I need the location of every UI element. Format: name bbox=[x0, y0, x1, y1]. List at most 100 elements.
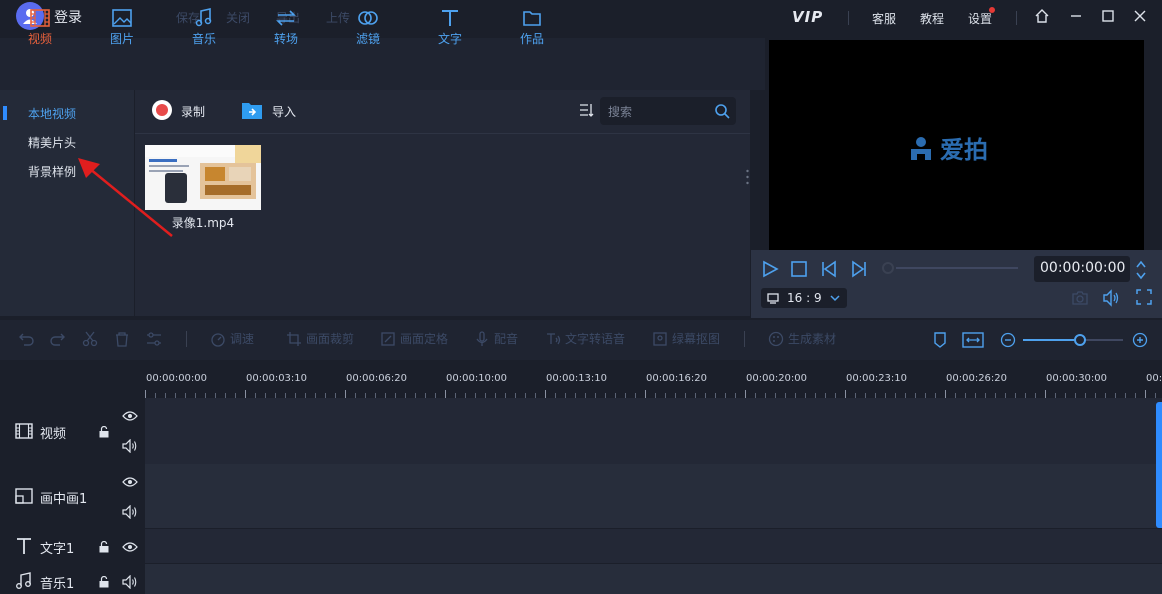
track-music[interactable] bbox=[145, 564, 1162, 594]
stop-icon[interactable] bbox=[790, 260, 808, 278]
search-icon[interactable] bbox=[714, 103, 730, 119]
track-video[interactable] bbox=[145, 398, 1162, 464]
tick-label: 00:00:23:10 bbox=[846, 373, 908, 384]
search-input[interactable] bbox=[608, 104, 708, 120]
tick-label: 00:00:00:00 bbox=[146, 373, 208, 384]
transition-icon bbox=[276, 10, 296, 26]
palette-icon bbox=[768, 331, 784, 346]
maximize-icon[interactable] bbox=[1098, 6, 1118, 26]
cut-icon[interactable] bbox=[82, 331, 98, 347]
undo-icon[interactable] bbox=[18, 331, 34, 347]
tab-transition[interactable]: 转场 bbox=[256, 8, 316, 52]
marker-icon[interactable] bbox=[932, 331, 948, 349]
filter-icon bbox=[358, 11, 378, 25]
generate-asset-button[interactable]: 生成素材 bbox=[768, 330, 836, 347]
timeline-scrollbar[interactable] bbox=[1156, 402, 1162, 528]
speed-label: 调速 bbox=[230, 332, 255, 346]
import-icon[interactable] bbox=[241, 100, 263, 120]
eye-icon[interactable] bbox=[122, 541, 138, 553]
time-display[interactable]: 00:00:00:00 bbox=[1034, 256, 1130, 282]
redo-icon[interactable] bbox=[50, 331, 66, 347]
dubbing-button[interactable]: 配音 bbox=[474, 330, 518, 347]
delete-icon[interactable] bbox=[114, 331, 130, 347]
tutorial-button[interactable]: 教程 bbox=[920, 10, 944, 27]
fit-timeline-icon[interactable] bbox=[962, 331, 984, 349]
crop-label: 画面裁剪 bbox=[306, 332, 355, 346]
track-label: 文字1 bbox=[40, 542, 75, 557]
tab-filter[interactable]: 滤镜 bbox=[338, 8, 398, 52]
freeze-frame-icon bbox=[381, 331, 395, 346]
zoom-in-icon[interactable] bbox=[1132, 332, 1148, 348]
ruler-ticks bbox=[145, 390, 1162, 398]
tab-image[interactable]: 图片 bbox=[92, 8, 152, 52]
record-icon[interactable] bbox=[152, 100, 172, 120]
brand-logo: 爱拍 bbox=[908, 130, 988, 165]
category-intro[interactable]: 精美片头 bbox=[28, 134, 76, 151]
green-screen-button[interactable]: 绿幕抠图 bbox=[652, 330, 720, 347]
time-stepper-icon[interactable] bbox=[1135, 258, 1147, 282]
lock-icon[interactable] bbox=[98, 426, 110, 438]
microphone-icon bbox=[476, 330, 488, 346]
tab-text[interactable]: 文字 bbox=[420, 8, 480, 52]
record-button[interactable]: 录制 bbox=[181, 103, 205, 120]
home-icon[interactable] bbox=[1032, 6, 1052, 26]
close-icon[interactable] bbox=[1130, 6, 1150, 26]
notification-dot bbox=[989, 7, 995, 13]
green-screen-icon bbox=[653, 331, 667, 346]
brand-text: 爱拍 bbox=[940, 136, 988, 164]
film-icon bbox=[30, 9, 50, 27]
volume-icon[interactable] bbox=[1102, 289, 1120, 307]
seek-knob[interactable] bbox=[882, 262, 894, 274]
aspect-ratio-select[interactable]: 16 : 9 bbox=[761, 288, 847, 308]
folder-icon bbox=[523, 11, 541, 26]
lock-icon[interactable] bbox=[98, 541, 110, 553]
divider bbox=[186, 331, 187, 347]
tab-video[interactable]: 视频 bbox=[10, 8, 70, 52]
green-screen-label: 绿幕抠图 bbox=[672, 332, 721, 346]
category-local-video[interactable]: 本地视频 bbox=[28, 105, 76, 122]
brand-icon bbox=[911, 136, 931, 160]
speaker-icon[interactable] bbox=[122, 575, 138, 589]
text-icon bbox=[17, 538, 31, 554]
freeze-frame-button[interactable]: 画面定格 bbox=[380, 330, 448, 347]
tick-label: 00:00:10:00 bbox=[446, 373, 508, 384]
chevron-down-icon bbox=[830, 295, 840, 302]
text-to-speech-button[interactable]: 文字转语音 bbox=[545, 330, 625, 347]
category-background[interactable]: 背景样例 bbox=[28, 163, 76, 180]
crop-button[interactable]: 画面裁剪 bbox=[286, 330, 354, 347]
zoom-out-icon[interactable] bbox=[1000, 332, 1016, 348]
lock-icon[interactable] bbox=[98, 576, 110, 588]
sort-icon[interactable] bbox=[578, 102, 594, 118]
tick-label: 00:00:16:20 bbox=[646, 373, 708, 384]
speed-button[interactable]: 调速 bbox=[210, 330, 254, 347]
tick-label: 00:00:30:00 bbox=[1046, 373, 1108, 384]
tab-label: 文字 bbox=[437, 32, 462, 46]
track-text[interactable] bbox=[145, 529, 1162, 563]
service-button[interactable]: 客服 bbox=[872, 10, 896, 27]
dubbing-label: 配音 bbox=[494, 332, 519, 346]
zoom-slider-knob[interactable] bbox=[1074, 334, 1086, 346]
eye-icon[interactable] bbox=[122, 476, 138, 488]
adjust-icon[interactable] bbox=[146, 331, 162, 347]
snapshot-icon[interactable] bbox=[1071, 290, 1089, 306]
resize-handle[interactable] bbox=[746, 168, 749, 186]
tab-music[interactable]: 音乐 bbox=[174, 8, 234, 52]
image-icon bbox=[112, 9, 132, 27]
eye-icon[interactable] bbox=[122, 410, 138, 422]
active-indicator bbox=[3, 106, 7, 120]
prev-frame-icon[interactable] bbox=[820, 260, 838, 278]
import-button[interactable]: 导入 bbox=[272, 103, 296, 120]
settings-button[interactable]: 设置 bbox=[968, 10, 992, 27]
minimize-icon[interactable] bbox=[1066, 6, 1086, 26]
tab-works[interactable]: 作品 bbox=[502, 8, 562, 52]
speed-icon bbox=[211, 332, 225, 347]
tick-label: 00:00:03:10 bbox=[246, 373, 308, 384]
seek-bar[interactable] bbox=[896, 267, 1018, 269]
vip-button[interactable]: VIP bbox=[792, 8, 823, 26]
play-icon[interactable] bbox=[761, 260, 779, 278]
next-frame-icon[interactable] bbox=[850, 260, 868, 278]
speaker-icon[interactable] bbox=[122, 439, 138, 453]
track-pip[interactable] bbox=[145, 464, 1162, 528]
speaker-icon[interactable] bbox=[122, 505, 138, 519]
fullscreen-icon[interactable] bbox=[1136, 289, 1152, 305]
